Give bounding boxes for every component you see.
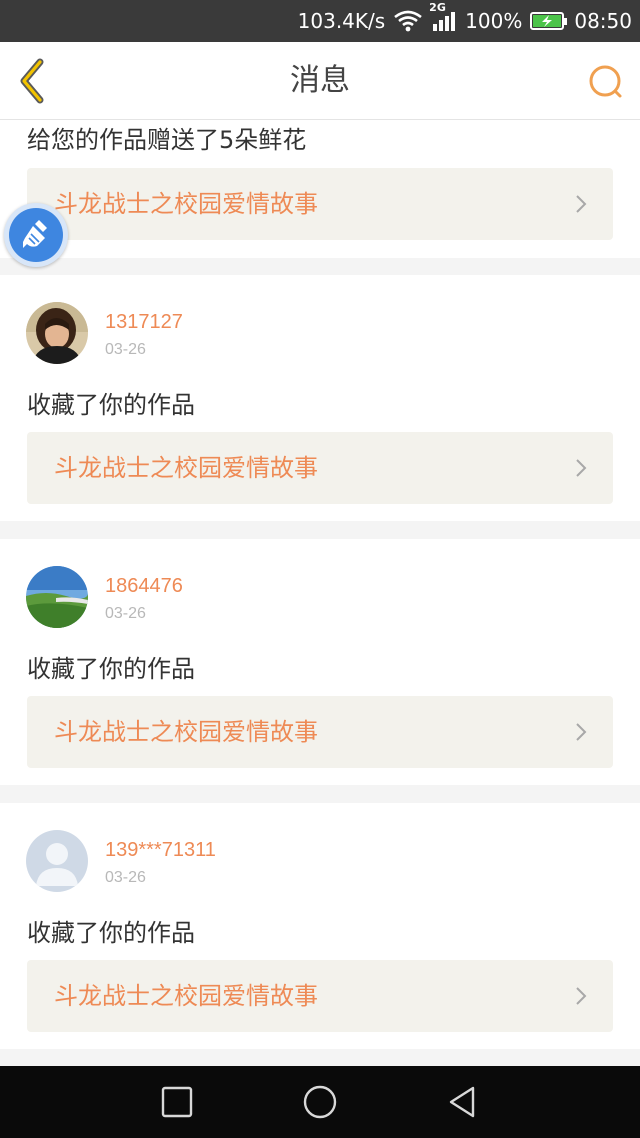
battery-percent: 100% bbox=[465, 9, 523, 33]
system-navigation-bar bbox=[0, 1066, 640, 1138]
home-button[interactable] bbox=[302, 1084, 338, 1120]
username[interactable]: 1317127 bbox=[105, 311, 183, 334]
work-link[interactable]: 斗龙战士之校园爱情故事 bbox=[27, 960, 613, 1032]
chevron-right-icon bbox=[576, 987, 587, 1005]
back-system-button[interactable] bbox=[445, 1084, 481, 1120]
triangle-back-icon bbox=[449, 1086, 475, 1118]
floating-cleanup-button[interactable] bbox=[4, 203, 68, 267]
battery-icon bbox=[530, 12, 568, 30]
work-link[interactable]: 斗龙战士之校园爱情故事 bbox=[27, 696, 613, 768]
message-date: 03-26 bbox=[105, 341, 146, 358]
list-item: 给您的作品赠送了5朵鲜花 斗龙战士之校园爱情故事 bbox=[0, 120, 640, 258]
message-action: 收藏了你的作品 bbox=[27, 919, 195, 947]
chevron-right-icon bbox=[576, 195, 587, 213]
message-date: 03-26 bbox=[105, 605, 146, 622]
network-type: 2G bbox=[429, 1, 446, 14]
clock: 08:50 bbox=[574, 9, 632, 33]
broom-icon bbox=[23, 220, 47, 248]
username[interactable]: 139***71311 bbox=[105, 839, 216, 862]
work-link[interactable]: 斗龙战士之校园爱情故事 bbox=[27, 168, 613, 240]
message-action: 收藏了你的作品 bbox=[27, 655, 195, 683]
circle-icon bbox=[303, 1085, 337, 1119]
list-item: 139***71311 03-26 收藏了你的作品 斗龙战士之校园爱情故事 bbox=[0, 803, 640, 1049]
square-icon bbox=[161, 1086, 193, 1118]
message-action: 给您的作品赠送了5朵鲜花 bbox=[27, 126, 307, 154]
cellular-signal-icon: 2G bbox=[429, 1, 457, 32]
status-bar: 103.4K/s 2G 100% 08:50 bbox=[0, 0, 640, 42]
work-link[interactable]: 斗龙战士之校园爱情故事 bbox=[27, 432, 613, 504]
message-list: 给您的作品赠送了5朵鲜花 斗龙战士之校园爱情故事 1317127 03-26 收… bbox=[0, 120, 640, 1066]
header-bar: 消息 bbox=[0, 42, 640, 120]
search-icon bbox=[589, 65, 622, 98]
work-title: 斗龙战士之校园爱情故事 bbox=[54, 982, 318, 1010]
search-button[interactable] bbox=[586, 62, 626, 102]
work-title: 斗龙战士之校园爱情故事 bbox=[54, 454, 318, 482]
message-action: 收藏了你的作品 bbox=[27, 391, 195, 419]
work-title: 斗龙战士之校园爱情故事 bbox=[54, 190, 318, 218]
list-item: 1317127 03-26 收藏了你的作品 斗龙战士之校园爱情故事 bbox=[0, 275, 640, 521]
chevron-right-icon bbox=[576, 459, 587, 477]
list-item: 1864476 03-26 收藏了你的作品 斗龙战士之校园爱情故事 bbox=[0, 539, 640, 785]
network-speed: 103.4K/s bbox=[297, 9, 386, 33]
page-title: 消息 bbox=[290, 63, 350, 98]
screen: 103.4K/s 2G 100% 08:50 消息 给您的作品赠送了5朵鲜花 斗… bbox=[0, 0, 640, 1138]
avatar[interactable] bbox=[26, 566, 88, 628]
username[interactable]: 1864476 bbox=[105, 575, 183, 598]
recent-apps-button[interactable] bbox=[159, 1084, 195, 1120]
chevron-right-icon bbox=[576, 723, 587, 741]
wifi-icon bbox=[393, 10, 423, 32]
avatar[interactable] bbox=[26, 830, 88, 892]
work-title: 斗龙战士之校园爱情故事 bbox=[54, 718, 318, 746]
message-date: 03-26 bbox=[105, 869, 146, 886]
avatar[interactable] bbox=[26, 302, 88, 364]
